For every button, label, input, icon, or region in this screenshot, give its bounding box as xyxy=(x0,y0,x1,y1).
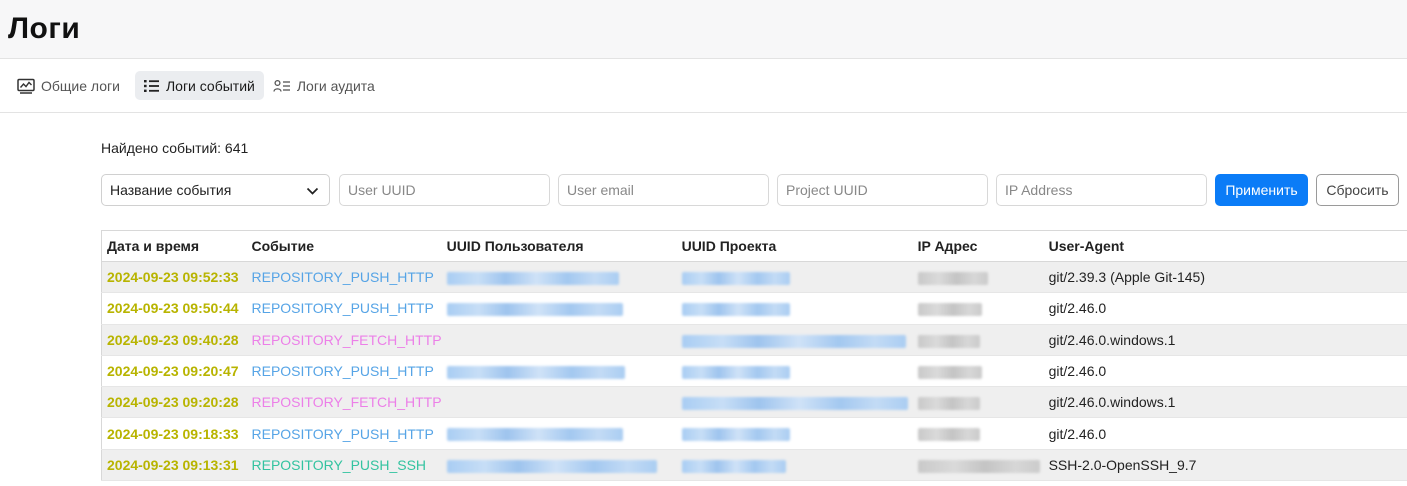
events-table: Дата и время Событие UUID Пользователя U… xyxy=(101,230,1407,482)
row-project-uuid xyxy=(676,324,913,356)
row-user-uuid xyxy=(441,261,677,294)
redacted-user-uuid xyxy=(446,459,657,473)
row-project-uuid xyxy=(676,417,913,450)
redacted-ip xyxy=(917,334,980,348)
column-header-event[interactable]: Событие xyxy=(246,230,442,262)
chart-monitor-icon xyxy=(17,78,35,94)
column-header-user-uuid[interactable]: UUID Пользователя xyxy=(441,230,677,262)
row-event: REPOSITORY_PUSH_HTTP xyxy=(246,355,442,388)
row-project-uuid xyxy=(676,292,913,325)
table-row[interactable]: 2024-09-23 09:20:28 REPOSITORY_FETCH_HTT… xyxy=(101,386,1407,419)
redacted-project-uuid xyxy=(681,365,790,379)
row-ip xyxy=(912,355,1044,388)
row-user-agent: SSH-2.0-OpenSSH_9.7 xyxy=(1043,449,1407,482)
row-datetime: 2024-09-23 09:50:44 xyxy=(101,292,247,325)
redacted-project-uuid xyxy=(681,428,790,442)
apply-button[interactable]: Применить xyxy=(1215,174,1308,206)
row-user-agent: git/2.46.0 xyxy=(1043,417,1407,450)
table-row[interactable]: 2024-09-23 09:18:33 REPOSITORY_PUSH_HTTP… xyxy=(101,417,1407,450)
table-row[interactable]: 2024-09-23 09:20:47 REPOSITORY_PUSH_HTTP… xyxy=(101,355,1407,388)
user-email-input[interactable] xyxy=(558,174,769,206)
row-project-uuid xyxy=(676,261,913,294)
row-event: REPOSITORY_PUSH_HTTP xyxy=(246,417,442,450)
row-user-agent: git/2.46.0.windows.1 xyxy=(1043,386,1407,419)
row-project-uuid xyxy=(676,449,913,482)
redacted-project-uuid xyxy=(681,271,790,285)
row-project-uuid xyxy=(676,355,913,388)
row-ip xyxy=(912,386,1044,419)
row-datetime: 2024-09-23 09:20:47 xyxy=(101,355,247,388)
project-uuid-input[interactable] xyxy=(777,174,988,206)
ip-address-input[interactable] xyxy=(996,174,1207,206)
row-event: REPOSITORY_FETCH_HTTP xyxy=(246,386,442,419)
redacted-ip xyxy=(917,459,1040,473)
events-found-count: Найдено событий: 641 xyxy=(101,140,249,156)
table-row[interactable]: 2024-09-23 09:50:44 REPOSITORY_PUSH_HTTP… xyxy=(101,292,1407,325)
redacted-project-uuid xyxy=(681,303,790,317)
row-ip xyxy=(912,261,1044,294)
column-header-datetime[interactable]: Дата и время xyxy=(101,230,247,262)
row-event: REPOSITORY_PUSH_HTTP xyxy=(246,261,442,294)
tab-audit-logs-label: Логи аудита xyxy=(296,77,375,94)
redacted-ip xyxy=(917,428,980,442)
user-uuid-input[interactable] xyxy=(339,174,550,206)
table-row[interactable]: 2024-09-23 09:52:33 REPOSITORY_PUSH_HTTP… xyxy=(101,261,1407,294)
row-event: REPOSITORY_PUSH_HTTP xyxy=(246,292,442,325)
row-datetime: 2024-09-23 09:20:28 xyxy=(101,386,247,419)
row-ip xyxy=(912,417,1044,450)
row-user-uuid xyxy=(441,324,677,356)
redacted-user-uuid xyxy=(446,365,625,379)
tab-bar: Общие логи Логи событий Логи аудита xyxy=(0,59,1407,113)
event-name-select-value: Название события xyxy=(110,182,232,198)
row-user-agent: git/2.46.0.windows.1 xyxy=(1043,324,1407,356)
row-user-uuid xyxy=(441,292,677,325)
column-header-user-agent[interactable]: User-Agent xyxy=(1043,230,1407,262)
row-user-uuid xyxy=(441,355,677,388)
table-row[interactable]: 2024-09-23 09:13:31 REPOSITORY_PUSH_SSH … xyxy=(101,449,1407,482)
redacted-ip xyxy=(917,365,982,379)
redacted-user-uuid xyxy=(446,303,623,317)
column-header-project-uuid[interactable]: UUID Проекта xyxy=(676,230,913,262)
row-user-agent: git/2.46.0 xyxy=(1043,292,1407,325)
redacted-project-uuid xyxy=(681,397,908,411)
tab-audit-logs[interactable]: Логи аудита xyxy=(270,71,384,100)
chevron-down-icon xyxy=(306,182,319,198)
redacted-ip xyxy=(917,303,982,317)
row-ip xyxy=(912,292,1044,325)
reset-button[interactable]: Сбросить xyxy=(1316,174,1399,206)
row-user-agent: git/2.46.0 xyxy=(1043,355,1407,388)
redacted-user-uuid xyxy=(446,428,623,442)
row-user-uuid xyxy=(441,386,677,419)
list-icon xyxy=(143,79,160,93)
filter-bar: Название события Применить Сбросить xyxy=(101,174,1400,206)
row-datetime: 2024-09-23 09:52:33 xyxy=(101,261,247,294)
redacted-project-uuid xyxy=(681,334,906,348)
redacted-project-uuid xyxy=(681,459,786,473)
row-datetime: 2024-09-23 09:40:28 xyxy=(101,324,247,356)
row-ip xyxy=(912,449,1044,482)
column-header-ip[interactable]: IP Адрес xyxy=(912,230,1044,262)
row-user-uuid xyxy=(441,449,677,482)
row-event: REPOSITORY_PUSH_SSH xyxy=(246,449,442,482)
tab-event-logs[interactable]: Логи событий xyxy=(134,71,264,100)
row-datetime: 2024-09-23 09:18:33 xyxy=(101,417,247,450)
row-event: REPOSITORY_FETCH_HTTP xyxy=(246,324,442,356)
row-ip xyxy=(912,324,1044,356)
table-row[interactable]: 2024-09-23 09:40:28 REPOSITORY_FETCH_HTT… xyxy=(101,324,1407,356)
row-project-uuid xyxy=(676,386,913,419)
tab-event-logs-label: Логи событий xyxy=(165,77,255,94)
page-header: Логи xyxy=(0,0,1407,59)
row-datetime: 2024-09-23 09:13:31 xyxy=(101,449,247,482)
table-header-row: Дата и время Событие UUID Пользователя U… xyxy=(101,230,1407,262)
redacted-ip xyxy=(917,271,988,285)
tab-general-logs[interactable]: Общие логи xyxy=(14,71,129,100)
row-user-uuid xyxy=(441,417,677,450)
tab-general-logs-label: Общие логи xyxy=(41,77,120,94)
page-title: Логи xyxy=(8,12,81,45)
row-user-agent: git/2.39.3 (Apple Git-145) xyxy=(1043,261,1407,294)
redacted-user-uuid xyxy=(446,271,619,285)
event-name-select[interactable]: Название события xyxy=(101,174,330,206)
user-list-icon xyxy=(273,79,291,93)
redacted-ip xyxy=(917,397,980,411)
